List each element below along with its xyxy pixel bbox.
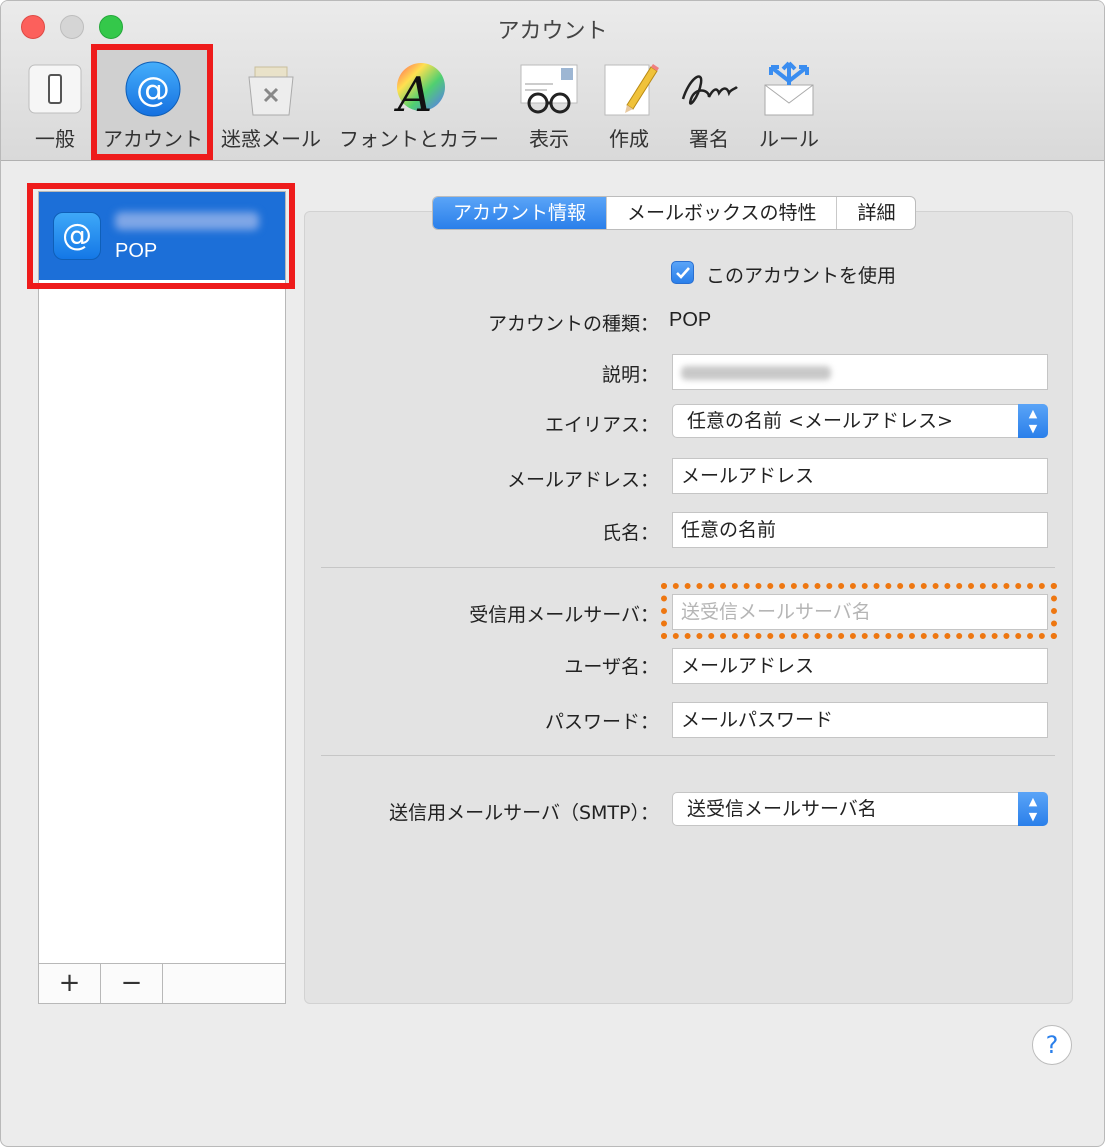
add-account-button[interactable]: + <box>39 964 101 1004</box>
trash-icon <box>241 59 301 119</box>
tab-account-info[interactable]: アカウント情報 <box>433 197 607 229</box>
chevron-updown-icon: ▲ ▼ <box>1018 792 1048 826</box>
enable-account-label: このアカウントを使用 <box>706 265 897 287</box>
alias-label: エイリアス： <box>544 414 659 436</box>
tab-advanced[interactable]: 詳細 <box>836 197 915 229</box>
font-color-icon: A <box>389 59 449 123</box>
divider <box>321 755 1055 756</box>
password-label: パスワード： <box>544 711 659 733</box>
highlight-incoming-server <box>661 583 1057 639</box>
tab-mailbox-behaviors[interactable]: メールボックスの特性 <box>606 197 836 229</box>
pencil-icon <box>599 59 659 119</box>
toolbar-fonts-colors[interactable]: A フォントとカラー <box>337 59 501 155</box>
toolbar-junk[interactable]: 迷惑メール <box>219 59 323 155</box>
username-field[interactable]: メールアドレス <box>672 648 1048 684</box>
remove-account-button[interactable]: − <box>101 964 163 1004</box>
rules-envelope-icon <box>759 59 819 119</box>
account-type-label: アカウントの種類： <box>487 313 659 335</box>
username-label: ユーザ名： <box>564 656 659 678</box>
account-list: @ POP + − <box>38 191 286 1004</box>
email-field[interactable]: メールアドレス <box>672 458 1048 494</box>
tab-bar: アカウント情報 メールボックスの特性 詳細 <box>432 196 917 230</box>
description-label: 説明： <box>601 364 659 386</box>
toolbar-view[interactable]: 表示 <box>517 59 581 155</box>
svg-text:A: A <box>394 67 433 119</box>
full-name-field[interactable]: 任意の名前 <box>672 512 1048 548</box>
alias-popup[interactable]: 任意の名前 <メールアドレス> ▲ ▼ <box>672 404 1048 438</box>
glasses-icon <box>519 59 579 119</box>
preferences-window: アカウント 一般 @ アカウント 迷惑メール A フォントとカラー 表示 作成 … <box>0 0 1105 1147</box>
signature-icon <box>679 59 739 119</box>
description-field[interactable] <box>672 354 1048 390</box>
toolbar: アカウント 一般 @ アカウント 迷惑メール A フォントとカラー 表示 作成 … <box>1 1 1104 161</box>
help-button[interactable]: ? <box>1032 1025 1072 1065</box>
switch-icon <box>25 59 85 119</box>
toolbar-signatures[interactable]: 署名 <box>677 59 741 155</box>
alias-value: 任意の名前 <メールアドレス> <box>687 410 953 432</box>
toolbar-compose[interactable]: 作成 <box>597 59 661 155</box>
full-name-label: 氏名： <box>601 522 659 544</box>
account-list-footer: + − <box>39 963 285 1004</box>
highlight-accounts-tab <box>91 44 213 160</box>
chevron-updown-icon: ▲ ▼ <box>1018 404 1048 438</box>
divider <box>321 567 1055 568</box>
description-value-blurred <box>681 366 831 380</box>
enable-account-checkbox[interactable] <box>671 261 694 284</box>
window-title: アカウント <box>497 19 608 44</box>
outgoing-server-value: 送受信メールサーバ名 <box>687 798 877 820</box>
highlight-account-item <box>27 183 295 289</box>
outgoing-server-label: 送信用メールサーバ（SMTP）： <box>389 802 659 824</box>
account-type-value: POP <box>669 309 712 331</box>
outgoing-server-popup[interactable]: 送受信メールサーバ名 ▲ ▼ <box>672 792 1048 826</box>
toolbar-rules[interactable]: ルール <box>757 59 821 155</box>
toolbar-general[interactable]: 一般 <box>25 59 85 155</box>
incoming-server-label: 受信用メールサーバ： <box>469 604 659 626</box>
email-label: メールアドレス： <box>506 469 659 491</box>
password-field[interactable]: メールパスワード <box>672 702 1048 738</box>
